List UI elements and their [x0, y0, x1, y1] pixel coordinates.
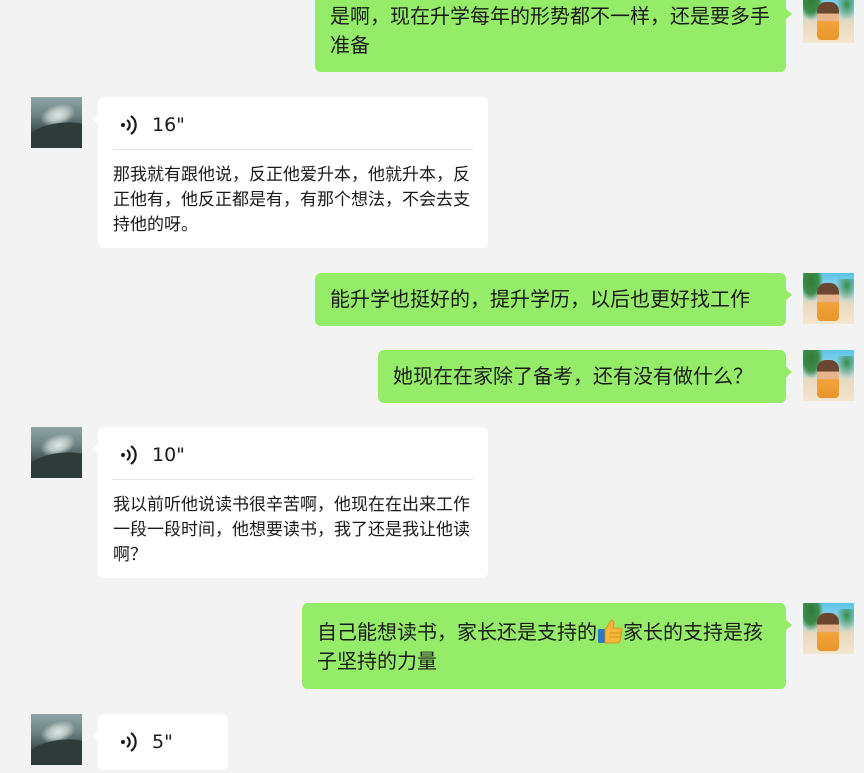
message-bubble[interactable]: 能升学也挺好的，提升学历，以后也更好找工作 — [315, 273, 792, 326]
message-bubble[interactable]: 自己能想读书，家长还是支持的 家长的支持是孩子坚持的力量 — [302, 603, 792, 689]
voice-message[interactable]: 5" — [92, 714, 228, 770]
my-avatar[interactable] — [803, 273, 854, 324]
divider — [113, 149, 473, 150]
voice-duration: 5" — [152, 731, 173, 753]
voice-duration: 10" — [152, 444, 185, 466]
contact-avatar[interactable] — [31, 714, 82, 765]
message-bubble[interactable]: 她现在在家除了备考，还有没有做什么？ — [378, 350, 792, 403]
message-text: 能升学也挺好的，提升学历，以后也更好找工作 — [330, 287, 750, 311]
voice-duration: 16" — [152, 114, 185, 136]
message-text-part: 自己能想读书，家长还是支持的 — [317, 620, 597, 644]
my-avatar[interactable] — [803, 603, 854, 654]
voice-message[interactable]: 16" 那我就有跟他说，反正他爱升本，他就升本，反正他有，他反正都是有，有那个想… — [92, 97, 488, 248]
thumbs-up-icon — [598, 619, 623, 644]
message-bubble[interactable]: 是啊，现在升学每年的形势都不一样，还是要多手准备 — [315, 0, 792, 72]
my-avatar[interactable] — [803, 350, 854, 401]
voice-wave-icon — [121, 115, 137, 135]
voice-wave-icon — [121, 445, 137, 465]
voice-transcript: 我以前听他说读书很辛苦啊，他现在在出来工作一段一段时间，他想要读书，我了还是我让… — [113, 495, 470, 565]
my-avatar[interactable] — [803, 0, 854, 43]
message-text: 是啊，现在升学每年的形势都不一样，还是要多手准备 — [330, 4, 770, 57]
voice-message[interactable]: 10" 我以前听他说读书很辛苦啊，他现在在出来工作一段一段时间，他想要读书，我了… — [92, 427, 488, 578]
voice-wave-icon — [121, 732, 137, 752]
message-text: 她现在在家除了备考，还有没有做什么？ — [393, 364, 753, 388]
contact-avatar[interactable] — [31, 97, 82, 148]
divider — [113, 479, 473, 480]
voice-transcript: 那我就有跟他说，反正他爱升本，他就升本，反正他有，他反正都是有，有那个想法，不会… — [113, 165, 470, 235]
contact-avatar[interactable] — [31, 427, 82, 478]
